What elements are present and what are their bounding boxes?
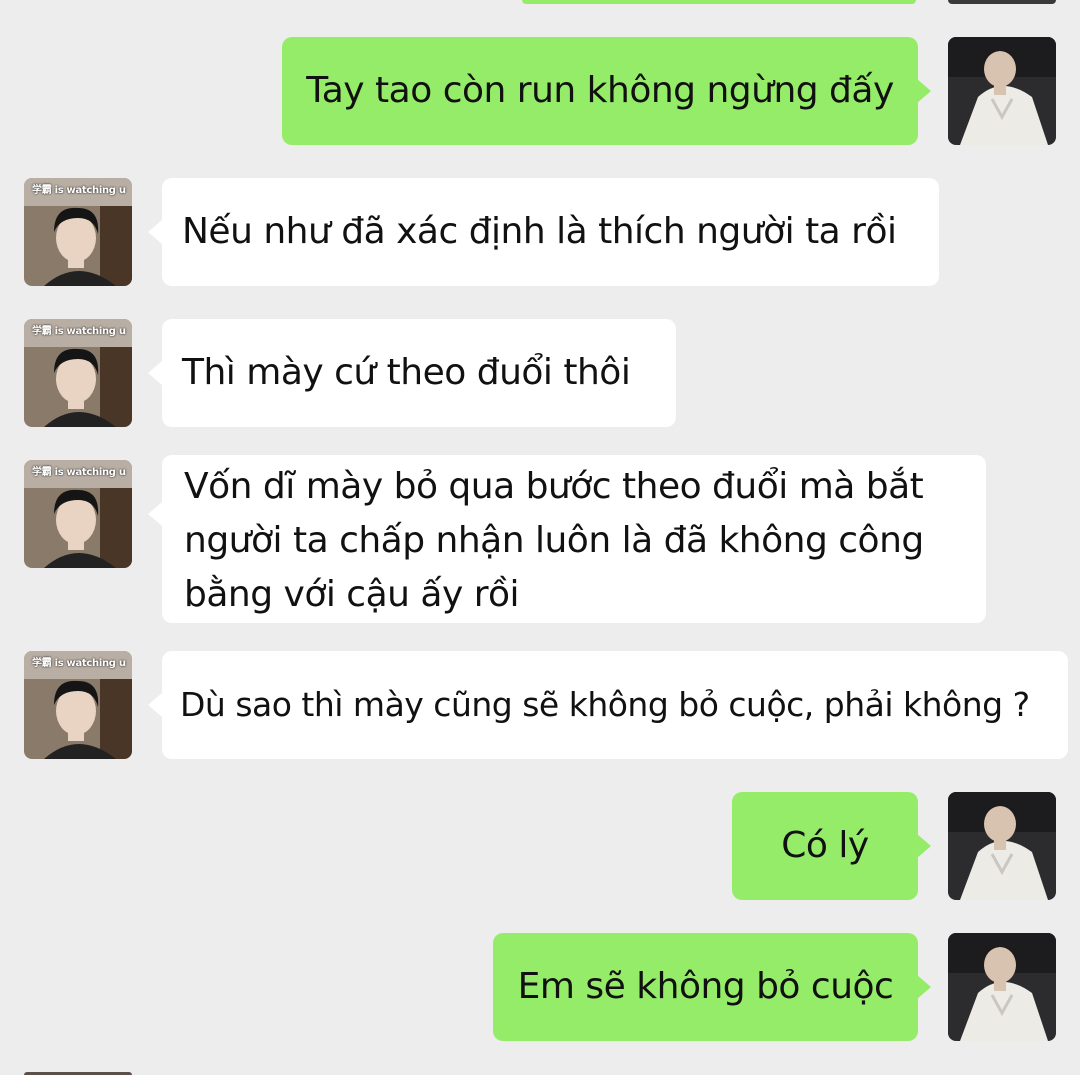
my-avatar-icon <box>948 933 1056 1041</box>
message-text: Thì mày cứ theo đuổi thôi <box>182 352 631 393</box>
my-avatar[interactable] <box>948 37 1056 145</box>
chat-history: Tay tao còn run không ngừng đấy 学霸 is wa… <box>0 0 1080 1075</box>
friend-avatar[interactable]: 学霸 is watching u <box>24 460 132 568</box>
message-bubble[interactable]: Tay tao còn run không ngừng đấy <box>282 37 918 145</box>
message-text: Tay tao còn run không ngừng đấy <box>306 70 894 111</box>
avatar-caption: 学霸 is watching u <box>32 185 126 196</box>
friend-avatar[interactable]: 学霸 is watching u <box>24 651 132 759</box>
my-avatar[interactable] <box>948 0 1056 4</box>
bubble-tail <box>917 834 931 858</box>
avatar-caption: 学霸 is watching u <box>32 467 126 478</box>
message-text: Em sẽ không bỏ cuộc <box>517 966 894 1007</box>
bubble-tail <box>148 693 162 717</box>
message-text: Dù sao thì mày cũng sẽ không bỏ cuộc, ph… <box>180 685 1030 724</box>
friend-avatar[interactable]: 学霸 is watching u <box>24 319 132 427</box>
message-bubble[interactable]: Em sẽ không bỏ cuộc <box>493 933 918 1041</box>
bubble-tail <box>148 220 162 244</box>
message-text: Nếu như đã xác định là thích người ta rồ… <box>182 211 897 252</box>
message-text: Có lý <box>781 825 869 866</box>
my-avatar-icon <box>948 792 1056 900</box>
message-bubble[interactable]: Có lý <box>732 792 918 900</box>
message-bubble[interactable]: Dù sao thì mày cũng sẽ không bỏ cuộc, ph… <box>162 651 1068 759</box>
bubble-tail <box>148 361 162 385</box>
message-text: Vốn dĩ mày bỏ qua bước theo đuổi mà bắt … <box>184 466 924 615</box>
my-avatar-icon <box>948 37 1056 145</box>
avatar-caption: 学霸 is watching u <box>32 326 126 337</box>
bubble-tail <box>148 502 162 526</box>
previous-message-bubble[interactable] <box>522 0 916 4</box>
my-avatar[interactable] <box>948 933 1056 1041</box>
friend-avatar[interactable]: 学霸 is watching u <box>24 178 132 286</box>
bubble-tail <box>917 975 931 999</box>
message-bubble[interactable]: Vốn dĩ mày bỏ qua bước theo đuổi mà bắt … <box>162 455 986 623</box>
message-bubble[interactable]: Nếu như đã xác định là thích người ta rồ… <box>162 178 939 286</box>
bubble-tail <box>917 79 931 103</box>
my-avatar[interactable] <box>948 792 1056 900</box>
avatar-caption: 学霸 is watching u <box>32 658 126 669</box>
message-bubble[interactable]: Thì mày cứ theo đuổi thôi <box>162 319 676 427</box>
